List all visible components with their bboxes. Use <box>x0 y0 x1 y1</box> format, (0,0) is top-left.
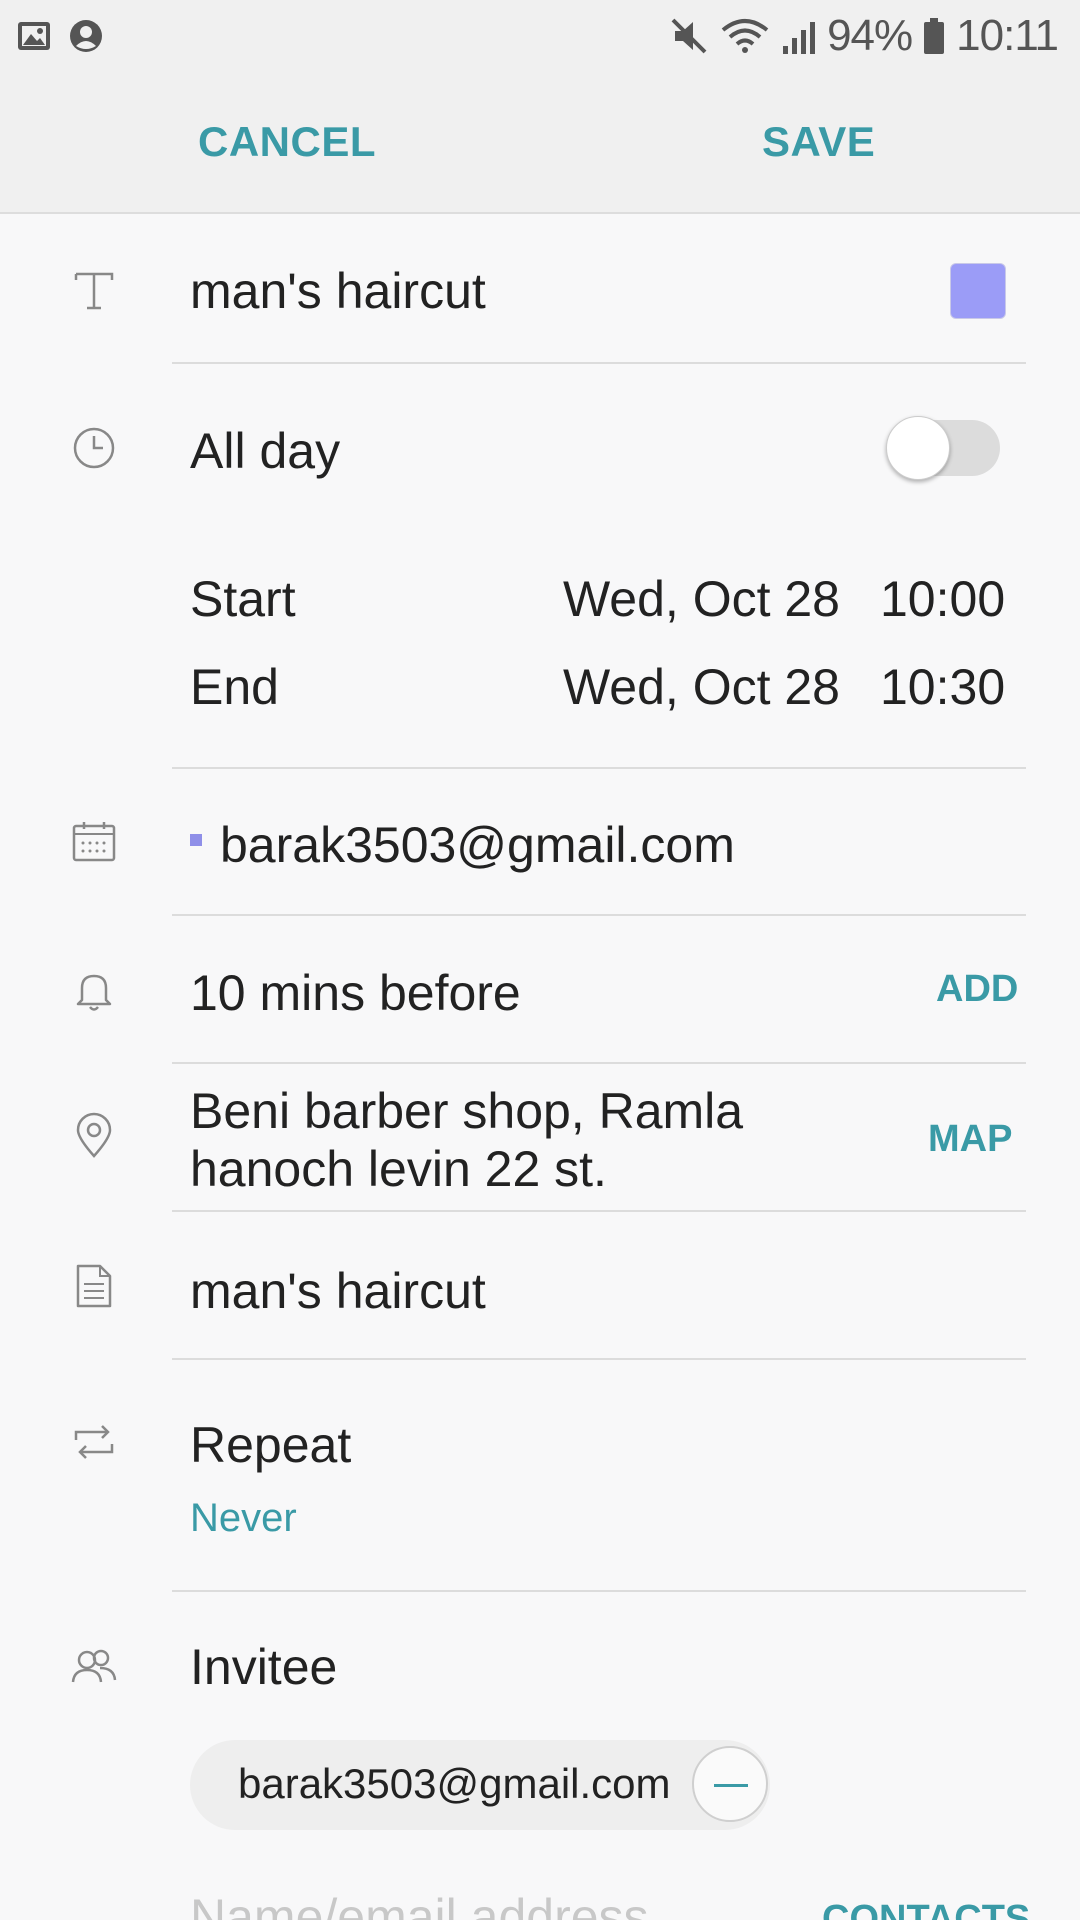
location-pin-icon <box>76 1112 112 1158</box>
divider <box>172 1358 1026 1360</box>
image-icon <box>18 22 50 50</box>
calendar-account[interactable]: barak3503@gmail.com <box>220 816 735 874</box>
location-line-2[interactable]: hanoch levin 22 st. <box>190 1140 607 1198</box>
invitee-chip[interactable]: barak3503@gmail.com <box>190 1740 770 1830</box>
remove-invitee-button[interactable] <box>692 1746 768 1822</box>
signal-icon <box>783 22 816 54</box>
clock-icon <box>73 427 115 469</box>
wifi-icon <box>721 19 769 53</box>
cancel-button[interactable]: CANCEL <box>198 118 376 166</box>
battery-percent: 94% <box>827 11 913 60</box>
start-time[interactable]: 10:00 <box>880 570 1005 628</box>
event-color-swatch[interactable] <box>950 263 1006 319</box>
end-label: End <box>190 659 279 715</box>
repeat-icon <box>74 1425 114 1459</box>
calendar-icon <box>72 822 116 862</box>
add-reminder-button[interactable]: ADD <box>936 968 1018 1011</box>
all-day-toggle-knob[interactable] <box>886 416 950 480</box>
divider <box>172 1062 1026 1064</box>
calendar-color-dot <box>190 834 202 846</box>
divider <box>172 362 1026 364</box>
divider <box>172 767 1026 769</box>
reminder-value[interactable]: 10 mins before <box>190 964 521 1022</box>
contacts-button[interactable]: CONTACTS <box>822 1898 1030 1920</box>
invitee-label: Invitee <box>190 1639 338 1695</box>
divider <box>172 1590 1026 1592</box>
divider <box>172 914 1026 916</box>
location-line-1[interactable]: Beni barber shop, Ramla <box>190 1082 743 1140</box>
start-label: Start <box>190 571 296 627</box>
start-date[interactable]: Wed, Oct 28 <box>563 570 840 628</box>
status-icons: 94% 10:11 <box>669 10 1059 62</box>
repeat-label[interactable]: Repeat <box>190 1416 351 1474</box>
clock: 10:11 <box>956 11 1059 60</box>
bell-icon <box>76 974 112 1011</box>
account-icon <box>70 20 102 52</box>
text-title-icon <box>74 272 114 310</box>
map-button[interactable]: MAP <box>928 1118 1012 1161</box>
divider <box>172 1210 1026 1212</box>
event-title-input[interactable]: man's haircut <box>190 262 486 320</box>
invitee-input[interactable]: Name/email address <box>190 1888 649 1920</box>
note-icon <box>76 1264 112 1308</box>
mute-icon <box>671 18 707 54</box>
repeat-value[interactable]: Never <box>190 1496 297 1541</box>
invitee-chip-email: barak3503@gmail.com <box>238 1760 671 1807</box>
save-button[interactable]: SAVE <box>762 118 875 166</box>
status-bar: 94% 10:11 <box>0 0 1080 72</box>
battery-icon <box>924 18 945 54</box>
action-bar: CANCEL SAVE <box>0 72 1080 214</box>
end-time[interactable]: 10:30 <box>880 658 1005 716</box>
people-icon <box>71 1649 117 1683</box>
notes-value[interactable]: man's haircut <box>190 1262 486 1320</box>
all-day-label: All day <box>190 423 341 479</box>
end-date[interactable]: Wed, Oct 28 <box>563 658 840 716</box>
